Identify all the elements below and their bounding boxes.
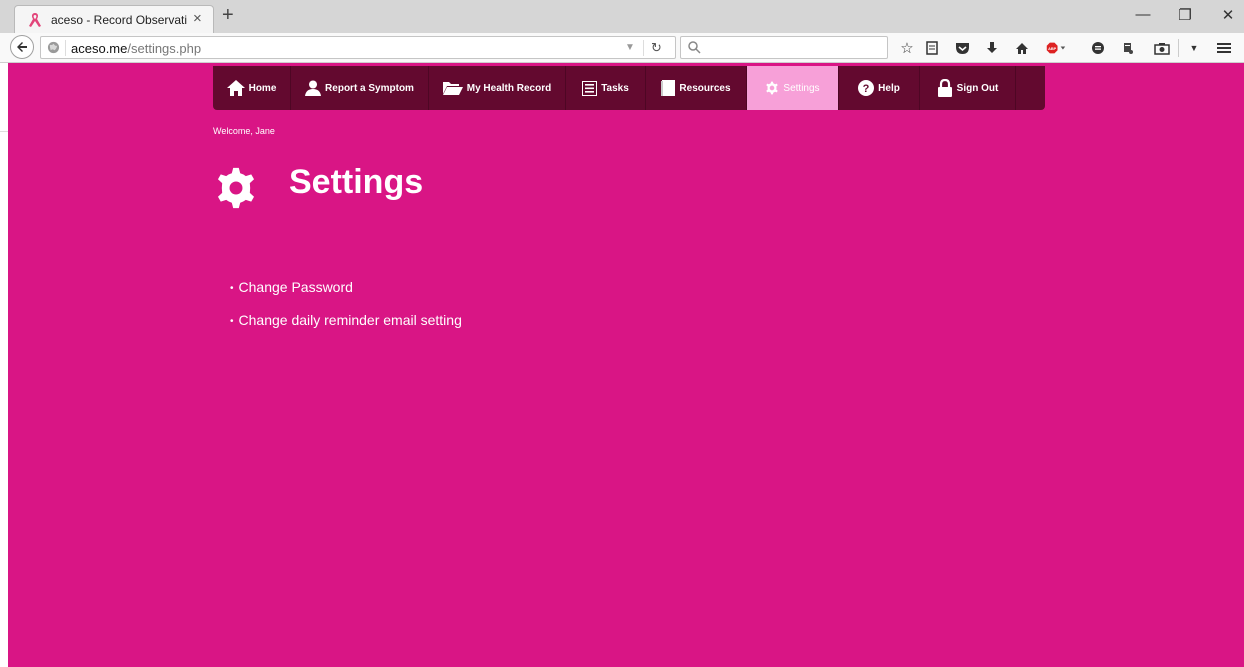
url-divider (65, 40, 66, 56)
back-button[interactable] (10, 35, 34, 59)
menu-item-resources[interactable]: Resources (646, 66, 747, 110)
menu-item-home[interactable]: Home (213, 66, 291, 110)
menu-item-help[interactable]: ? Help (839, 66, 920, 110)
list-icon (582, 80, 598, 96)
menu-label-health-record: My Health Record (466, 82, 552, 94)
url-host: aceso.me (71, 41, 128, 56)
home-icon (226, 80, 245, 96)
menu-label-resources: Resources (679, 82, 731, 94)
tab-title: aceso - Record Observatio... (51, 13, 187, 27)
page-left-margin (0, 63, 8, 667)
welcome-text: Welcome, Jane (213, 126, 275, 136)
url-text[interactable]: aceso.me/settings.php (71, 41, 201, 56)
menu-item-settings[interactable]: Settings (747, 66, 839, 110)
extension-icon[interactable] (1118, 38, 1138, 58)
screenshot-dropdown-icon[interactable]: ▼ (1184, 38, 1204, 58)
list-bullet: • (230, 316, 234, 327)
change-reminder-email-label: Change daily reminder email setting (238, 312, 462, 328)
pocket-icon[interactable] (952, 38, 972, 58)
home-icon[interactable] (1012, 38, 1032, 58)
margin-line (0, 131, 8, 132)
menu-label-report-symptom: Report a Symptom (325, 82, 414, 94)
menu-item-health-record[interactable]: My Health Record (429, 66, 566, 110)
menu-item-report-symptom[interactable]: Report a Symptom (291, 66, 429, 110)
url-history-dropdown-icon[interactable]: ▼ (625, 42, 635, 53)
screenshot-icon[interactable] (1152, 38, 1172, 58)
list-bullet: • (230, 283, 234, 294)
svg-text:?: ? (863, 83, 870, 95)
tab-close-icon[interactable]: × (193, 10, 202, 27)
menu-label-home: Home (248, 82, 277, 94)
awareness-ribbon-icon (29, 13, 41, 27)
bookmark-star-icon[interactable]: ☆ (897, 38, 917, 58)
new-tab-button[interactable]: + (222, 4, 234, 27)
url-path: /settings.php (127, 41, 202, 56)
toolbar-separator (1178, 39, 1179, 57)
question-icon: ? (858, 80, 875, 96)
menu-label-tasks: Tasks (601, 82, 629, 94)
menu-icon[interactable] (1214, 38, 1234, 58)
book-icon (661, 80, 676, 96)
page-content: Home Report a Symptom My Health Record T… (8, 63, 1244, 667)
window-close-icon[interactable]: ✕ (1218, 6, 1238, 24)
gear-icon (766, 81, 779, 95)
change-password-link[interactable]: • Change Password (230, 277, 462, 310)
menu-label-sign-out: Sign Out (956, 82, 999, 94)
menu-item-sign-out[interactable]: Sign Out (920, 66, 1016, 110)
url-separator (643, 40, 644, 56)
adblock-icon[interactable]: ABP (1046, 38, 1066, 58)
minimize-icon[interactable]: — (1133, 6, 1153, 23)
change-reminder-email-link[interactable]: • Change daily reminder email setting (230, 310, 462, 343)
menu-label-help: Help (878, 82, 900, 94)
menu-label-settings: Settings (783, 82, 820, 94)
svg-text:ABP: ABP (1048, 47, 1057, 51)
settings-gear-icon (217, 167, 255, 209)
page-title: Settings (289, 163, 424, 201)
menu-item-tasks[interactable]: Tasks (566, 66, 646, 110)
browser-tab[interactable]: aceso - Record Observatio... × (14, 5, 214, 33)
folder-open-icon (442, 82, 463, 95)
main-menu: Home Report a Symptom My Health Record T… (213, 66, 1045, 110)
settings-options-list: • Change Password • Change daily reminder … (230, 277, 462, 343)
search-bar[interactable] (680, 36, 888, 59)
chat-icon[interactable] (1088, 38, 1108, 58)
reading-list-icon[interactable] (922, 38, 942, 58)
change-password-label: Change Password (238, 279, 353, 295)
browser-nav-bar: aceso.me/settings.php ▼ ↻ ☆ ABP ▼ (0, 33, 1244, 63)
user-icon (305, 80, 322, 96)
search-icon (688, 41, 701, 54)
globe-icon (47, 41, 60, 54)
lock-icon (937, 79, 952, 97)
browser-tab-bar: aceso - Record Observatio... × + — ❐ ✕ (0, 0, 1244, 33)
restore-icon[interactable]: ❐ (1175, 6, 1195, 24)
reload-icon[interactable]: ↻ (651, 40, 662, 56)
url-bar[interactable]: aceso.me/settings.php ▼ ↻ (40, 36, 676, 59)
download-icon[interactable] (982, 38, 1002, 58)
back-arrow-icon (17, 42, 27, 52)
